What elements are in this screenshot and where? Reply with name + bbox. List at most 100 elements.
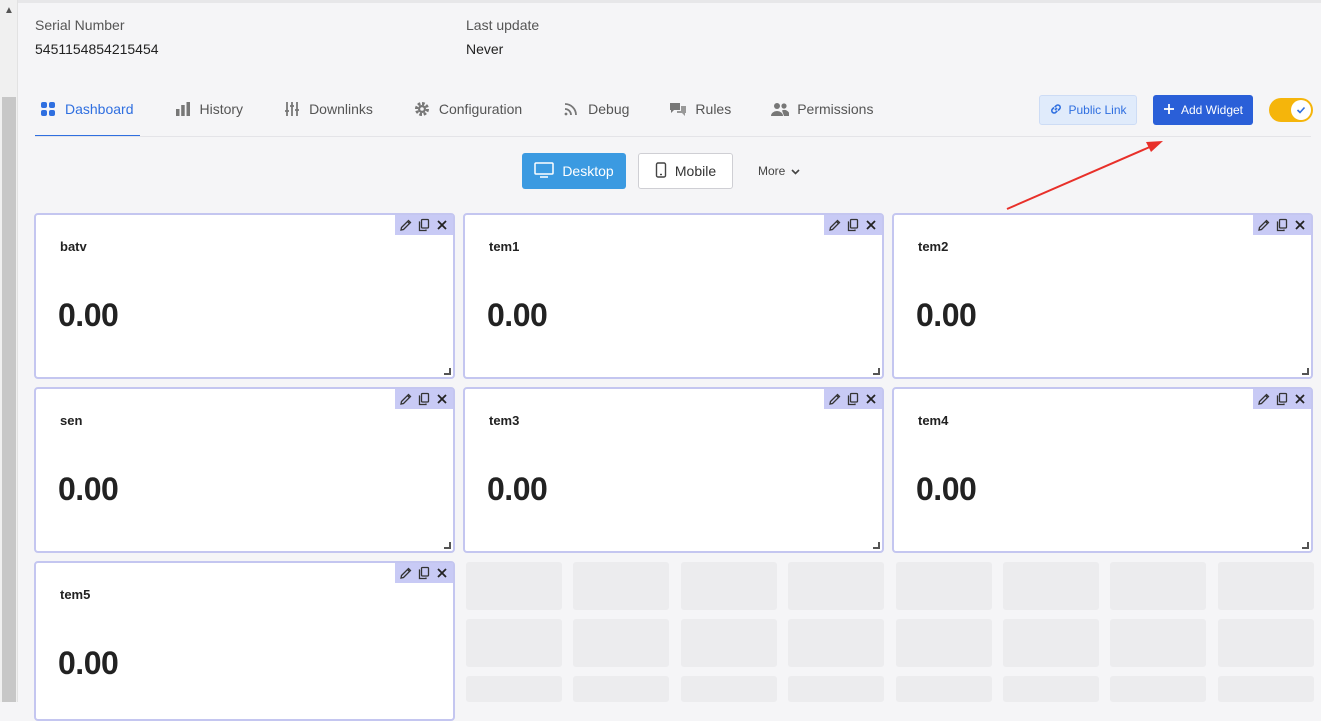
- link-icon: [1049, 102, 1063, 119]
- mobile-view-button[interactable]: Mobile: [638, 153, 733, 189]
- tab-label: Debug: [588, 101, 630, 117]
- empty-grid-cell: [1003, 619, 1099, 667]
- pencil-icon[interactable]: [398, 217, 414, 233]
- empty-grid-cell: [1218, 619, 1314, 667]
- empty-grid-cell: [573, 619, 669, 667]
- copy-icon[interactable]: [845, 391, 861, 407]
- public-link-label: Public Link: [1068, 103, 1127, 117]
- empty-grid-cell: [788, 619, 884, 667]
- widget-value: 0.00: [916, 471, 977, 507]
- tab-configuration[interactable]: Configuration: [409, 92, 526, 126]
- widget-title: batv: [60, 239, 87, 254]
- tab-dashboard[interactable]: Dashboard: [35, 92, 139, 137]
- tab-label: History: [199, 101, 244, 117]
- tab-permissions[interactable]: Permissions: [767, 92, 877, 126]
- tab-rules[interactable]: Rules: [665, 92, 735, 126]
- empty-grid-cell: [466, 676, 562, 702]
- scroll-up-icon[interactable]: ▲: [0, 0, 18, 20]
- widget-card[interactable]: sen 0.00: [34, 387, 455, 553]
- empty-grid-cell: [1218, 676, 1314, 702]
- close-icon[interactable]: [434, 217, 450, 233]
- empty-grid-cell: [788, 676, 884, 702]
- tab-debug[interactable]: Debug: [558, 92, 633, 126]
- tab-bar: Dashboard History Downlinks Configuratio…: [35, 92, 909, 138]
- bar-chart-icon: [174, 100, 192, 118]
- copy-icon[interactable]: [416, 565, 432, 581]
- rss-icon: [562, 100, 580, 118]
- pencil-icon[interactable]: [1256, 391, 1272, 407]
- widget-card[interactable]: tem3 0.00: [463, 387, 884, 553]
- widget-card[interactable]: tem1 0.00: [463, 213, 884, 379]
- pencil-icon[interactable]: [1256, 217, 1272, 233]
- widget-toolbar: [824, 215, 882, 235]
- widget-toolbar: [824, 389, 882, 409]
- mobile-label: Mobile: [674, 163, 717, 179]
- grid-icon: [39, 100, 57, 118]
- last-update-label: Last update: [466, 17, 540, 33]
- tab-label: Configuration: [438, 101, 523, 117]
- resize-handle[interactable]: [444, 368, 451, 375]
- widget-title: sen: [60, 413, 83, 428]
- widget-value: 0.00: [487, 471, 548, 507]
- desktop-label: Desktop: [562, 163, 614, 179]
- tab-label: Downlinks: [309, 101, 373, 117]
- widget-card[interactable]: tem5 0.00: [34, 561, 455, 721]
- sliders-icon: [283, 100, 301, 118]
- widget-toolbar: [395, 563, 453, 583]
- scrollbar[interactable]: ▲: [0, 0, 18, 702]
- more-dropdown[interactable]: More: [758, 160, 800, 182]
- tab-label: Rules: [695, 101, 732, 117]
- copy-icon[interactable]: [416, 391, 432, 407]
- add-widget-button[interactable]: Add Widget: [1153, 95, 1253, 125]
- scroll-thumb[interactable]: [2, 97, 16, 702]
- resize-handle[interactable]: [1302, 368, 1309, 375]
- serial-number-label: Serial Number: [35, 17, 125, 33]
- widget-title: tem5: [60, 587, 91, 602]
- close-icon[interactable]: [863, 391, 879, 407]
- close-icon[interactable]: [1292, 391, 1308, 407]
- empty-grid-cell: [1110, 562, 1206, 610]
- copy-icon[interactable]: [416, 217, 432, 233]
- check-icon: [1291, 100, 1311, 120]
- widget-card[interactable]: tem4 0.00: [892, 387, 1313, 553]
- close-icon[interactable]: [863, 217, 879, 233]
- empty-grid-cell: [896, 619, 992, 667]
- widget-card[interactable]: tem2 0.00: [892, 213, 1313, 379]
- pencil-icon[interactable]: [398, 565, 414, 581]
- empty-grid-cell: [1003, 676, 1099, 702]
- tab-downlinks[interactable]: Downlinks: [279, 92, 377, 126]
- close-icon[interactable]: [434, 565, 450, 581]
- close-icon[interactable]: [1292, 217, 1308, 233]
- widget-title: tem4: [918, 413, 949, 428]
- public-link-button[interactable]: Public Link: [1039, 95, 1137, 125]
- resize-handle[interactable]: [1302, 542, 1309, 549]
- empty-grid-cell: [573, 676, 669, 702]
- empty-grid-cell: [1003, 562, 1099, 610]
- desktop-view-button[interactable]: Desktop: [522, 153, 626, 189]
- copy-icon[interactable]: [1274, 217, 1290, 233]
- pencil-icon[interactable]: [827, 217, 843, 233]
- widget-toolbar: [1253, 215, 1311, 235]
- close-icon[interactable]: [434, 391, 450, 407]
- empty-grid-cell: [788, 562, 884, 610]
- empty-grid-cell: [681, 676, 777, 702]
- monitor-icon: [534, 161, 555, 181]
- tab-history[interactable]: History: [170, 92, 248, 126]
- resize-handle[interactable]: [873, 368, 880, 375]
- edit-mode-toggle[interactable]: [1269, 98, 1313, 122]
- pencil-icon[interactable]: [398, 391, 414, 407]
- empty-grid-cell: [896, 562, 992, 610]
- pencil-icon[interactable]: [827, 391, 843, 407]
- widget-card[interactable]: batv 0.00: [34, 213, 455, 379]
- tab-divider: [35, 136, 1311, 137]
- serial-number-value: 5451154854215454: [35, 41, 159, 57]
- copy-icon[interactable]: [1274, 391, 1290, 407]
- users-icon: [771, 100, 790, 118]
- empty-grid-cell: [1218, 562, 1314, 610]
- resize-handle[interactable]: [873, 542, 880, 549]
- last-update-value: Never: [466, 41, 504, 57]
- resize-handle[interactable]: [444, 542, 451, 549]
- widget-title: tem2: [918, 239, 949, 254]
- copy-icon[interactable]: [845, 217, 861, 233]
- widget-value: 0.00: [58, 645, 119, 681]
